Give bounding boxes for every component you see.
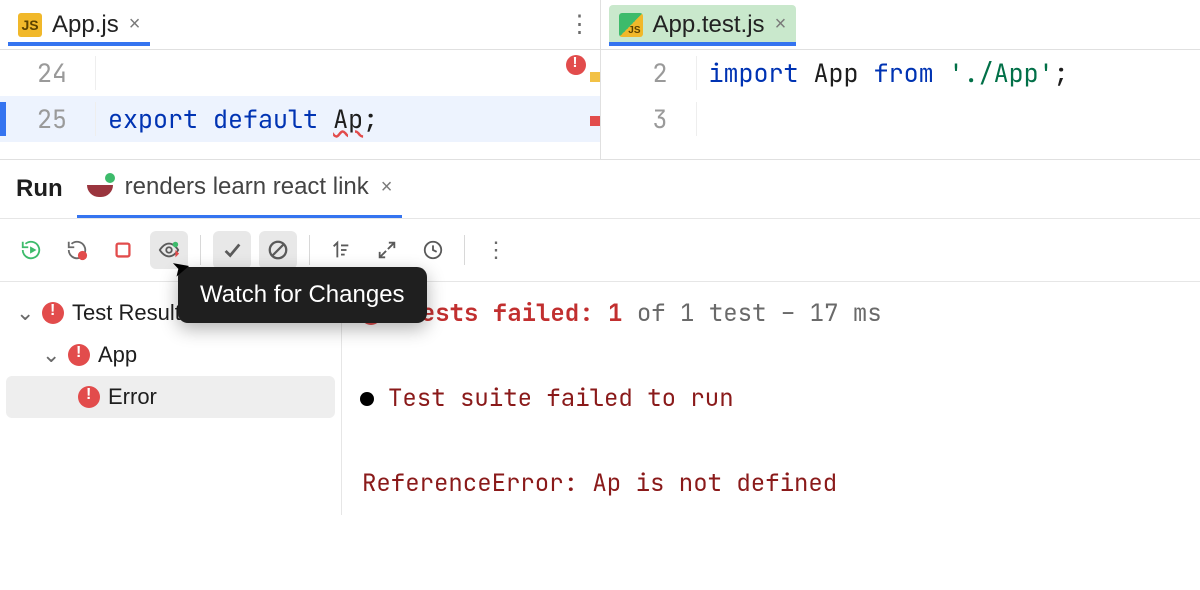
- tab-label: App.test.js: [653, 11, 765, 39]
- tree-label: App: [98, 342, 137, 368]
- editor-left: JS App.js × ⋮ 24 25 export default Ap;: [0, 0, 600, 159]
- close-icon[interactable]: ×: [775, 13, 787, 36]
- error-icon: [42, 302, 64, 324]
- stop-button[interactable]: [104, 231, 142, 269]
- tab-app-js[interactable]: JS App.js ×: [8, 5, 150, 45]
- tree-leaf[interactable]: Error: [6, 376, 335, 418]
- separator: [309, 235, 310, 265]
- rerun-button[interactable]: [12, 231, 50, 269]
- run-tab-row: Run renders learn react link ×: [0, 160, 1200, 218]
- run-config-label: renders learn react link: [125, 173, 369, 201]
- show-ignored-button[interactable]: [259, 231, 297, 269]
- code-line: 24: [0, 50, 600, 96]
- close-icon[interactable]: ×: [381, 176, 393, 199]
- jest-file-icon: [619, 13, 643, 37]
- show-passed-button[interactable]: [213, 231, 251, 269]
- suite-failed-line: Test suite failed to run: [360, 383, 1182, 414]
- close-icon[interactable]: ×: [129, 13, 141, 36]
- tree-label: Error: [108, 384, 157, 410]
- sort-button[interactable]: [322, 231, 360, 269]
- tab-row-left: JS App.js × ⋮: [0, 0, 600, 50]
- code-area-right[interactable]: 2 import App from './App'; 3: [601, 50, 1200, 159]
- separator: [200, 235, 201, 265]
- js-file-icon: JS: [18, 13, 42, 37]
- jest-icon: [87, 177, 113, 197]
- run-toolbar: ⋮ ➤ Watch for Changes: [0, 218, 1200, 282]
- tree-node[interactable]: ⌄ App: [6, 334, 335, 376]
- error-badge-icon[interactable]: [566, 55, 586, 75]
- more-actions-button[interactable]: ⋮: [477, 231, 515, 269]
- separator: [464, 235, 465, 265]
- run-tool-window: Run renders learn react link ×: [0, 160, 1200, 515]
- tree-label: Test Results: [72, 300, 192, 326]
- test-console[interactable]: Tests failed: 1 of 1 test – 17 ms Test s…: [342, 282, 1200, 515]
- test-summary: Tests failed: 1 of 1 test – 17 ms: [360, 298, 1182, 329]
- error-icon: [68, 344, 90, 366]
- tab-label: App.js: [52, 11, 119, 39]
- code-text: export default Ap;: [96, 102, 378, 136]
- tests-failed-label: Tests failed:: [406, 298, 593, 329]
- error-stripe[interactable]: [590, 50, 600, 159]
- chevron-down-icon[interactable]: ⌄: [16, 300, 34, 326]
- tooltip: Watch for Changes: [178, 267, 427, 323]
- run-config-tab[interactable]: renders learn react link ×: [87, 173, 393, 205]
- line-number: 2: [601, 56, 697, 90]
- expand-all-button[interactable]: [368, 231, 406, 269]
- line-number: 25: [0, 102, 96, 136]
- run-title: Run: [16, 175, 63, 203]
- history-button[interactable]: [414, 231, 452, 269]
- stack-trace: ReferenceError: Ap is not defined: [360, 468, 1182, 499]
- code-line: 3: [601, 96, 1200, 142]
- editor-right: App.test.js × 2 import App from './App';…: [600, 0, 1200, 159]
- tab-overflow-icon[interactable]: ⋮: [568, 10, 592, 39]
- code-area-left[interactable]: 24 25 export default Ap;: [0, 50, 600, 159]
- failed-count: 1: [608, 298, 622, 329]
- line-number: 24: [0, 56, 96, 90]
- chevron-down-icon[interactable]: ⌄: [42, 342, 60, 368]
- error-icon: [78, 386, 100, 408]
- code-line: 25 export default Ap;: [0, 96, 600, 142]
- line-number: 3: [601, 102, 697, 136]
- code-line: 2 import App from './App';: [601, 50, 1200, 96]
- editor-split: JS App.js × ⋮ 24 25 export default Ap;: [0, 0, 1200, 160]
- rerun-failed-button[interactable]: [58, 231, 96, 269]
- cursor-icon: ➤: [169, 253, 194, 283]
- tab-row-right: App.test.js ×: [601, 0, 1200, 50]
- tests-total: of 1 test – 17 ms: [637, 298, 882, 329]
- tab-app-test-js[interactable]: App.test.js ×: [609, 5, 797, 45]
- code-text: import App from './App';: [697, 56, 1069, 90]
